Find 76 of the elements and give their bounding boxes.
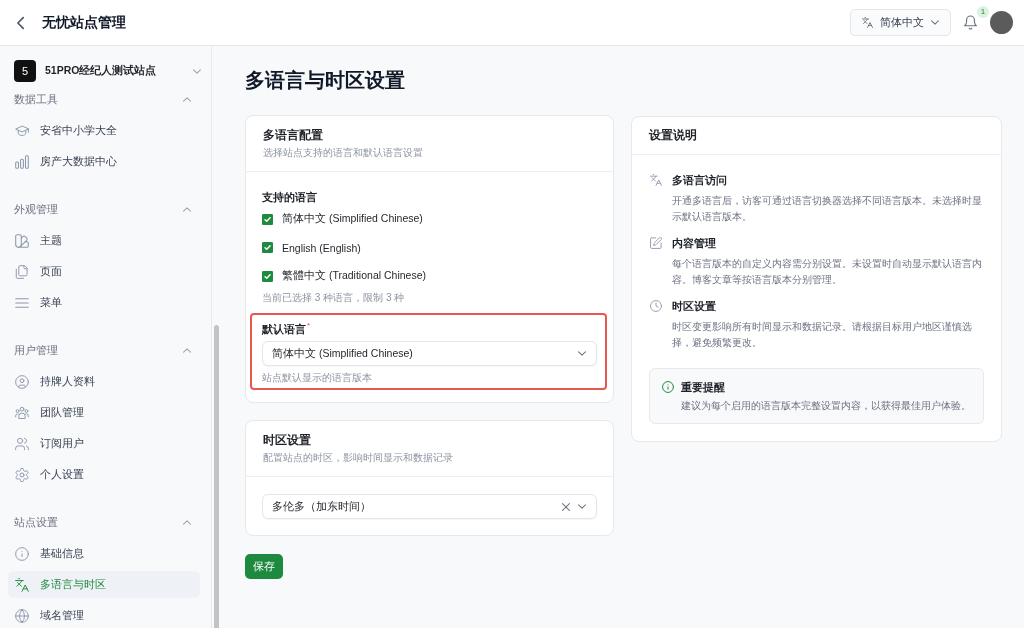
sidebar-item[interactable]: 页面 [8, 258, 200, 285]
help-item-text: 时区变更影响所有时间显示和数据记录。请根据目标用户地区谨慎选择，避免频繁更改。 [672, 320, 973, 350]
notification-badge: 1 [977, 6, 989, 18]
scrollbar-thumb[interactable] [214, 325, 219, 628]
site-logo: 5 [14, 60, 36, 82]
bell-icon[interactable] [964, 15, 977, 30]
checkbox[interactable] [262, 213, 273, 225]
group-icon [15, 405, 29, 420]
help-item-text: 开通多语言后，访客可通过语言切换器选择不同语言版本。未选择时显示默认语言版本。 [672, 194, 983, 224]
required-mark: * [307, 322, 311, 330]
select-field[interactable]: 多伦多（加东时间） [262, 494, 597, 519]
graduation-cap-icon [15, 123, 29, 138]
swatch-book-icon [15, 233, 29, 248]
notice-text: 建议为每个启用的语言版本完整设置内容，以获得最佳用户体验。 [681, 399, 971, 413]
chevron-down-icon [578, 351, 586, 356]
select-field[interactable]: 简体中文 (Simplified Chinese) [262, 341, 597, 366]
translate-icon [15, 577, 29, 592]
pencil-square-icon [650, 237, 662, 249]
checkbox[interactable] [262, 270, 273, 282]
card-subtitle: 配置站点的时区，影响时间显示和数据记录 [263, 451, 454, 465]
help-item-title: 内容管理 [672, 236, 717, 251]
back-icon[interactable] [17, 15, 25, 30]
section-header[interactable]: 站点设置 [0, 507, 211, 538]
save-button[interactable]: 保存 [245, 554, 283, 579]
section-header[interactable]: 外观管理 [0, 194, 211, 225]
chevron-down-icon [193, 68, 201, 74]
info-icon [15, 546, 29, 561]
sidebar-item[interactable]: 订阅用户 [8, 430, 200, 457]
settings-icon [15, 467, 29, 482]
sidebar-item[interactable]: 基础信息 [8, 540, 200, 567]
card-title: 多语言配置 [263, 127, 324, 143]
app-title: 无忧站点管理 [42, 13, 126, 32]
help-item-text: 每个语言版本的自定义内容需分别设置。未设置时自动显示默认语言内容。博客文章等按语言版本分别管理。 [672, 257, 983, 287]
checkbox-label[interactable]: 简体中文 (Simplified Chinese) [282, 212, 423, 226]
sidebar-item[interactable]: 域名管理 [8, 602, 200, 628]
card-title: 时区设置 [263, 432, 312, 448]
language-button[interactable]: 简体中文 [850, 9, 951, 36]
sidebar-item[interactable]: 菜单 [8, 289, 200, 316]
bar-chart-icon [15, 154, 29, 169]
sidebar-item[interactable]: 房产大数据中心 [8, 148, 200, 175]
sidebar-item[interactable]: 主题 [8, 227, 200, 254]
section-header[interactable]: 数据工具 [0, 84, 211, 115]
translate-icon [862, 17, 873, 28]
page-title: 多语言与时区设置 [245, 68, 406, 92]
sidebar-item[interactable]: 持牌人资料 [8, 368, 200, 395]
user-circle-icon [15, 374, 29, 389]
documents-icon [15, 264, 29, 279]
card-title: 设置说明 [649, 127, 698, 143]
clock-icon [650, 300, 662, 312]
checkbox-label[interactable]: English (English) [282, 241, 361, 254]
chevron-down-icon [931, 20, 939, 25]
info-icon [662, 381, 674, 393]
selection-note: 当前已选择 3 种语言，限制 3 种 [262, 291, 406, 305]
help-item-title: 时区设置 [672, 299, 717, 314]
field-label: 支持的语言 [262, 190, 318, 205]
sidebar-item[interactable]: 安省中小学大全 [8, 117, 200, 144]
site-selector[interactable]: 5 51PRO经纪人测试站点 [0, 60, 211, 82]
field-label: 默认语言 [262, 322, 306, 336]
checkbox-label[interactable]: 繁體中文 (Traditional Chinese) [282, 269, 426, 283]
field-help: 站点默认显示的语言版本 [262, 371, 373, 385]
users-icon [15, 436, 29, 451]
translate-icon [650, 174, 662, 186]
help-item-title: 多语言访问 [672, 173, 728, 188]
site-name: 51PRO经纪人测试站点 [45, 64, 158, 78]
chevron-down-icon [578, 504, 586, 509]
section-header[interactable]: 用户管理 [0, 335, 211, 366]
sidebar-item[interactable]: 团队管理 [8, 399, 200, 426]
checkbox[interactable] [262, 242, 273, 253]
sidebar-item[interactable]: 个人设置 [8, 461, 200, 488]
notice-title: 重要提醒 [681, 380, 726, 395]
globe-icon [15, 608, 29, 623]
sidebar-item[interactable]: 多语言与时区 [8, 571, 200, 598]
card-subtitle: 选择站点支持的语言和默认语言设置 [263, 146, 424, 160]
menu-icon [15, 295, 29, 310]
avatar[interactable] [990, 11, 1013, 34]
clear-icon[interactable] [562, 502, 570, 511]
